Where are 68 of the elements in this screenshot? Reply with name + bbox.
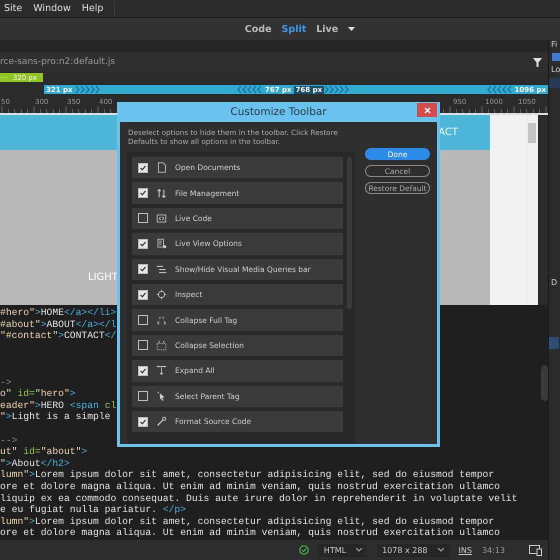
checkbox[interactable] xyxy=(138,416,148,427)
document-icon xyxy=(156,162,167,174)
chevrons-icon xyxy=(324,85,350,94)
insert-mode[interactable]: INS xyxy=(458,546,472,554)
code-line: "#contact">CONTACT</ xyxy=(0,330,116,342)
code-line: ut" id="about"> xyxy=(0,446,88,458)
code-line: -> xyxy=(0,376,12,388)
checkbox[interactable] xyxy=(138,213,148,224)
view-tab[interactable]: Code xyxy=(244,24,272,34)
caret-icon[interactable] xyxy=(348,27,356,31)
code-line: e eu fugiat nulla pariatur. </p> xyxy=(0,504,186,516)
hero-heading: LIGHT xyxy=(88,272,118,283)
chevrons-icon xyxy=(0,73,9,82)
code-line: ">About</h2> xyxy=(0,458,70,470)
brackets-icon xyxy=(156,314,167,326)
code-line: ore et dolore magna aliqua. Ut enim ad minim veniam, quis nostrud exercitation ullamco xyxy=(0,480,500,492)
caret-icon xyxy=(438,548,444,552)
checkbox-icon[interactable] xyxy=(552,53,560,61)
arrows-icon xyxy=(156,188,167,199)
chevrons-icon xyxy=(74,85,101,94)
checkbox[interactable] xyxy=(138,188,148,198)
panel-label: Lo xyxy=(550,65,560,74)
close-button[interactable] xyxy=(417,103,437,117)
code-line: #about">ABOUT</a></l xyxy=(0,318,116,330)
panel-title[interactable]: D xyxy=(549,278,560,287)
check-icon xyxy=(298,545,309,555)
view-tab[interactable]: Split xyxy=(282,24,306,34)
filter-icon[interactable] xyxy=(533,58,542,66)
code-line: liquip ex ea commodo consequat. Duis aute irure dolor in reprehenderit in voluptate velit xyxy=(0,492,518,504)
code-line: ">Light is a simple xyxy=(0,411,110,423)
checkbox[interactable] xyxy=(138,238,148,249)
crosshair-icon xyxy=(156,289,167,300)
code-icon xyxy=(156,212,167,224)
wand-icon xyxy=(156,416,167,428)
size-dropdown[interactable]: 1078 x 288 xyxy=(377,544,449,556)
list-icon xyxy=(156,238,167,250)
expand-icon xyxy=(156,365,167,376)
checkbox[interactable] xyxy=(138,366,148,376)
code-line: lumn">Lorem ipsum dolor sit amet, consectetur adipisicing elit, sed do eiusmod tempor xyxy=(0,516,494,528)
language-dropdown[interactable]: HTML xyxy=(318,544,368,556)
checkbox[interactable] xyxy=(138,264,148,274)
checkbox[interactable] xyxy=(138,315,148,326)
menu-item[interactable]: Window xyxy=(33,3,71,14)
view-tab[interactable]: Live xyxy=(316,24,338,34)
code-line: ore et dolore magna aliqua. Ut enim ad minim veniam, quis nostrud exercitation ullamco xyxy=(0,527,500,539)
device-icon[interactable] xyxy=(529,544,542,556)
checkbox[interactable] xyxy=(138,162,148,173)
code-line: eader">HERO <span cl xyxy=(0,400,116,412)
cursor-position: 34:13 xyxy=(482,546,505,554)
scrollbar-thumb[interactable] xyxy=(541,365,548,401)
menu-item[interactable]: Site xyxy=(4,3,22,14)
dashed-box-icon xyxy=(156,340,167,351)
menu-item[interactable]: Help xyxy=(82,3,104,14)
chevrons-icon xyxy=(486,85,513,94)
code-line: lumn">Lorem ipsum dolor sit amet, consectetur adipisicing elit, sed do eiusmod tempor xyxy=(0,469,494,481)
close-icon xyxy=(424,106,430,114)
code-line: #hero">HOME</a></li> xyxy=(0,307,116,319)
cursor-icon xyxy=(156,390,167,402)
caret-icon xyxy=(356,548,362,552)
panel-title[interactable]: Fi xyxy=(549,40,560,49)
chevrons-icon xyxy=(236,85,263,94)
checkbox[interactable] xyxy=(138,391,148,402)
code-line: --> xyxy=(0,434,18,446)
checkbox[interactable] xyxy=(138,290,148,300)
checkbox[interactable] xyxy=(138,340,148,350)
lines-icon xyxy=(156,264,167,275)
code-line: o" id="hero"> xyxy=(0,388,76,400)
file-path: rce-sans-pro:n2:default.js xyxy=(0,57,116,67)
